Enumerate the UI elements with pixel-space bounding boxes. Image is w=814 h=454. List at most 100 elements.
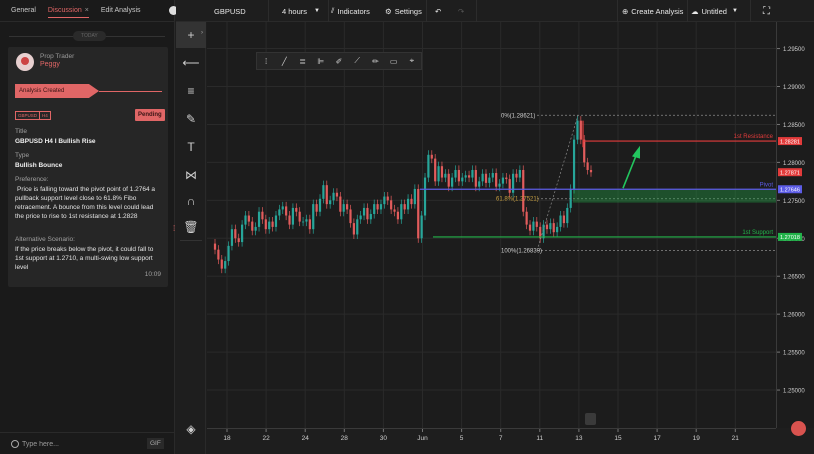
crosshair-icon[interactable]: ⌖	[403, 56, 421, 66]
candle-body	[535, 221, 538, 227]
tab-edit-analysis[interactable]: Edit Analysis	[101, 7, 141, 14]
price-axis[interactable]: 1.29500 1.29000 1.28500 1.28000 1.27500 1.270…	[776, 22, 814, 428]
avatar[interactable]	[16, 53, 34, 71]
candle-body	[495, 173, 498, 187]
candle-body	[556, 226, 559, 233]
candle-body	[376, 204, 379, 210]
create-analysis-button[interactable]: ⊕ Create Analysis	[622, 0, 683, 22]
chat-input[interactable]	[22, 438, 142, 450]
tab-general[interactable]: General	[11, 7, 36, 14]
candle-body	[366, 207, 369, 220]
candle-body	[505, 177, 508, 180]
candle-body	[356, 219, 359, 235]
candle-body	[244, 215, 247, 225]
candle-body	[552, 223, 555, 233]
date-divider-label: TODAY	[73, 31, 106, 41]
candle-body	[308, 219, 311, 230]
analysis-created-banner: Analysis Created	[15, 84, 99, 98]
drag-handle-icon[interactable]: ⁞	[257, 57, 275, 66]
redo-icon[interactable]: ↷	[458, 0, 464, 22]
cloud-icon: ☁	[691, 6, 699, 16]
fibo-icon[interactable]: ⊫	[312, 57, 330, 66]
candle-body	[288, 215, 291, 225]
settings-label: Settings	[394, 6, 422, 16]
time-axis[interactable]: 18 22 24 28 30 Jun 5 7 11 13 15 17 19 21	[207, 428, 776, 442]
candle-body	[508, 179, 511, 193]
x-tick-label: 5	[460, 435, 464, 442]
candle-body	[396, 211, 400, 220]
pen-tool-icon[interactable]: ✎	[176, 106, 206, 132]
message-time: 10:09	[144, 271, 161, 278]
candle-body	[417, 188, 420, 239]
price-axis-svg: 1.29500 1.29000 1.28500 1.28000 1.27500 1.270…	[777, 47, 805, 395]
magnifier-icon[interactable]	[585, 413, 596, 425]
close-icon[interactable]: ×	[85, 7, 89, 14]
indicators-button[interactable]: ⫽ Indicators	[331, 0, 370, 22]
chevron-right-icon[interactable]: ›	[201, 30, 203, 36]
author-name[interactable]: Peggy	[40, 61, 60, 68]
candle-body	[562, 215, 566, 224]
parallel-channel-icon[interactable]: ≣	[293, 57, 311, 66]
text-tool-icon[interactable]: T	[176, 134, 206, 160]
candle-body	[545, 224, 549, 230]
chart-topbar: GBPUSD 4 hours ▼ ⫽ Indicators ⚙ Settings ↶ …	[176, 0, 814, 22]
timeframe-tag: H4	[39, 111, 51, 120]
drawing-tools-floating-bar: ⁞ ╱ ≣ ⊫ ✐ ⟋ ✏ ▭ ⌖	[256, 52, 422, 70]
candle-body	[335, 192, 339, 197]
gif-button[interactable]: GIF	[147, 438, 164, 449]
pattern-tool-icon[interactable]: ⋈	[176, 162, 206, 188]
gear-icon: ⚙	[385, 6, 392, 16]
trendline-tool-icon[interactable]: ⟵	[176, 50, 206, 76]
layout-select[interactable]: ☁ Untitled ▼	[691, 0, 738, 22]
candle-body	[379, 204, 383, 210]
symbol-label[interactable]: GBPUSD	[214, 0, 246, 22]
candle-body	[281, 206, 284, 210]
candle-body	[393, 209, 396, 212]
candle-body	[410, 198, 413, 205]
ray-icon[interactable]: ⟋	[348, 56, 366, 66]
channel-tool-icon[interactable]: ≡	[176, 78, 206, 104]
candle-body	[400, 204, 403, 220]
candle-body	[511, 173, 515, 193]
fullscreen-icon[interactable]: ⛶	[763, 0, 770, 22]
timeframe-select[interactable]: 4 hours ▼	[282, 0, 332, 22]
candle-body	[440, 166, 444, 178]
candle-body	[362, 207, 366, 216]
trendline-icon[interactable]: ╱	[275, 57, 293, 66]
x-tick-label: 17	[653, 435, 661, 442]
trash-icon[interactable]: 🗑	[176, 214, 206, 240]
analysis-title: GBPUSD H4 I Bullish Rise	[15, 138, 96, 145]
tab-discussion[interactable]: Discussion ×	[47, 7, 89, 18]
brush-icon[interactable]: ✐	[330, 57, 348, 66]
candle-body	[522, 169, 525, 212]
layers-icon[interactable]: ◈	[176, 416, 206, 442]
candle-body	[312, 204, 315, 230]
magnet-icon[interactable]: ∩	[176, 188, 206, 214]
candle-body	[332, 192, 335, 201]
candle-body	[261, 211, 264, 220]
candle-body	[295, 207, 298, 212]
y-tick-label: 1.28000	[783, 161, 805, 167]
y-tick-label: 1.27500	[783, 199, 805, 205]
settings-button[interactable]: ⚙ Settings	[385, 0, 422, 22]
candle-body	[434, 158, 437, 182]
marker-icon[interactable]: ✏	[366, 57, 384, 66]
drawing-toolbar: + › ⟵ ≡ ✎ T ⋈ ∩ 🗑 ◈	[176, 22, 206, 454]
chart-area[interactable]: 0%(1.28621) 61.8%(1.27521) 100%(1.26839) 1s…	[207, 22, 776, 428]
help-button[interactable]	[791, 421, 806, 436]
candle-body	[257, 211, 261, 227]
rectangle-icon[interactable]: ▭	[385, 57, 403, 66]
y-tick-label: 1.25000	[783, 389, 805, 395]
candle-body	[447, 173, 450, 187]
undo-icon[interactable]: ↶	[435, 0, 441, 22]
analysis-created-label: Analysis Created	[19, 88, 65, 94]
create-analysis-label: Create Analysis	[631, 6, 684, 16]
time-axis-svg: 18 22 24 28 30 Jun 5 7 11 13 15 17 19 21	[223, 429, 739, 442]
candle-body	[559, 215, 562, 227]
preference-label: Preference:	[15, 176, 49, 183]
pair-tag: GBPUSD	[15, 111, 41, 120]
chart-bottom-bar	[207, 442, 814, 454]
candle-body	[251, 221, 254, 231]
candle-body	[390, 200, 393, 210]
date-divider: TODAY	[9, 31, 165, 41]
